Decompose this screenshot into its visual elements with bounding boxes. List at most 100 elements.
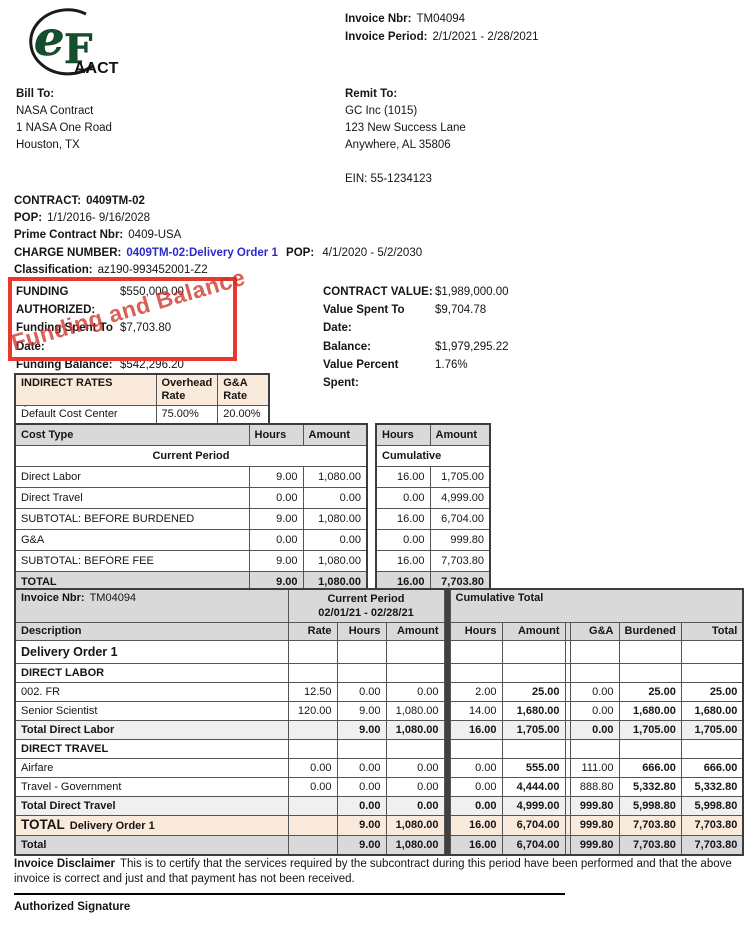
total-cell: 666.00 <box>681 759 743 778</box>
remit-to-label: Remit To: <box>345 86 466 103</box>
hours-cell: 9.00 <box>337 721 386 740</box>
col-hours-current: Hours <box>337 623 386 641</box>
bill-to-label: Bill To: <box>16 86 112 103</box>
hours-cell: 0.00 <box>337 759 386 778</box>
hours-cell: 0.00 <box>376 530 430 551</box>
total-cell: 7,703.80 <box>681 836 743 856</box>
bill-to-line: Houston, TX <box>16 137 112 154</box>
invoice-number-label: Invoice Nbr: <box>345 13 411 25</box>
col-amount-current: Amount <box>386 623 444 641</box>
remit-to-line: 123 New Success Lane <box>345 120 466 137</box>
amount-cell: 0.00 <box>386 778 444 797</box>
total-cell: 25.00 <box>681 683 743 702</box>
summary-row: G&A 0.00 0.00 <box>15 530 367 551</box>
cost-type-cell: G&A <box>15 530 249 551</box>
hours-cell: 9.00 <box>249 551 303 572</box>
section-title: DIRECT LABOR <box>15 664 288 683</box>
total-direct-labor-row: Total Direct Labor 9.00 1,080.00 16.00 1… <box>15 721 743 740</box>
invoice-period-value: 2/1/2021 - 2/28/2021 <box>432 31 538 43</box>
amount-cell: 4,999.00 <box>430 488 490 509</box>
ein-line: EIN: 55-1234123 <box>345 171 466 188</box>
description-cell: Senior Scientist <box>15 702 288 721</box>
rate-cell: 12.50 <box>288 683 337 702</box>
col-burdened: Burdened <box>619 623 681 641</box>
cum-hours-cell: 16.00 <box>450 816 502 836</box>
contract-block: CONTRACT:0409TM-02 POP:1/1/2016- 9/16/20… <box>14 193 422 279</box>
cost-type-cell: SUBTOTAL: BEFORE BURDENED <box>15 509 249 530</box>
current-period-summary-table: Current Period Cost Type Hours Amount Di… <box>14 423 368 594</box>
cumulative-title: Cumulative <box>376 446 490 467</box>
funding-balance-label: Funding Balance: <box>16 356 120 374</box>
efaact-logo-graphic: e F AACT <box>12 5 130 79</box>
hours-cell: 16.00 <box>376 551 430 572</box>
col-ga: G&A <box>570 623 619 641</box>
amount-header: Amount <box>303 424 367 446</box>
value-spent-label: Value Spent To Date: <box>323 301 435 337</box>
burdened-cell: 5,998.80 <box>619 797 681 816</box>
bill-to-line: NASA Contract <box>16 103 112 120</box>
summary-row: 16.00 6,704.00 <box>376 509 490 530</box>
amount-cell: 1,080.00 <box>386 816 444 836</box>
rate-cell: 120.00 <box>288 702 337 721</box>
remit-to-block: Remit To: GC Inc (1015) 123 New Success … <box>345 86 466 188</box>
burdened-cell: 5,332.80 <box>619 778 681 797</box>
hours-header: Hours <box>249 424 303 446</box>
description-cell: Airfare <box>15 759 288 778</box>
logo-wordmark: AACT <box>74 60 119 77</box>
hours-cell: 9.00 <box>249 509 303 530</box>
prime-contract-line: Prime Contract Nbr:0409-USA <box>14 227 422 244</box>
cost-type-cell: SUBTOTAL: BEFORE FEE <box>15 551 249 572</box>
hours-cell: 9.00 <box>337 816 386 836</box>
value-row: Balance: $1,979,295.22 <box>323 338 509 356</box>
hours-cell: 0.00 <box>337 683 386 702</box>
amount-cell: 1,080.00 <box>303 467 367 488</box>
balance-label: Balance: <box>323 338 435 356</box>
col-rate: Rate <box>288 623 337 641</box>
amount-cell: 0.00 <box>303 530 367 551</box>
value-percent-value: 1.76% <box>435 356 468 392</box>
col-total: Total <box>681 623 743 641</box>
amount-cell: 0.00 <box>386 759 444 778</box>
charge-number-label: CHARGE NUMBER: <box>14 247 121 259</box>
amount-cell: 0.00 <box>303 488 367 509</box>
current-period-header: Current Period 02/01/21 - 02/28/21 <box>288 589 444 623</box>
hours-cell: 9.00 <box>337 702 386 721</box>
cumulative-header-row: Hours Amount <box>376 424 490 446</box>
summary-row: SUBTOTAL: BEFORE BURDENED 9.00 1,080.00 <box>15 509 367 530</box>
total-cell: 5,332.80 <box>681 778 743 797</box>
description-cell: Total <box>15 836 288 856</box>
current-period-line2: 02/01/21 - 02/28/21 <box>294 606 439 620</box>
invoice-nbr-label: Invoice Nbr: <box>21 592 85 604</box>
cum-hours-cell: 0.00 <box>450 778 502 797</box>
summary-row: 16.00 7,703.80 <box>376 551 490 572</box>
charge-pop-label: POP: <box>286 247 314 259</box>
cum-hours-cell: 2.00 <box>450 683 502 702</box>
current-period-header-row: Cost Type Hours Amount <box>15 424 367 446</box>
ga-rate-value: 20.00% <box>218 406 269 425</box>
balance-value: $1,979,295.22 <box>435 338 509 356</box>
cum-amount-cell: 1,705.00 <box>502 721 565 740</box>
value-row: CONTRACT VALUE: $1,989,000.00 <box>323 283 509 301</box>
total-cell: 7,703.80 <box>681 816 743 836</box>
pop-value: 1/1/2016- 9/16/2028 <box>47 212 150 224</box>
amount-cell: 0.00 <box>386 797 444 816</box>
prime-contract-label: Prime Contract Nbr: <box>14 229 123 241</box>
authorized-signature-label: Authorized Signature <box>14 901 130 913</box>
hours-cell: 0.00 <box>249 530 303 551</box>
amount-cell: 1,080.00 <box>303 509 367 530</box>
amount-cell: 1,705.00 <box>430 467 490 488</box>
overhead-rate-value: 75.00% <box>156 406 218 425</box>
cum-amount-cell: 4,444.00 <box>502 778 565 797</box>
hours-header: Hours <box>376 424 430 446</box>
total-word: TOTAL <box>21 817 65 832</box>
labor-row: Senior Scientist 120.00 9.00 1,080.00 14… <box>15 702 743 721</box>
summary-row: SUBTOTAL: BEFORE FEE 9.00 1,080.00 <box>15 551 367 572</box>
charge-number-link[interactable]: 0409TM-02:Delivery Order 1 <box>126 247 278 259</box>
invoice-period-label: Invoice Period: <box>345 31 427 43</box>
classification-label: Classification: <box>14 264 93 276</box>
hours-cell: 0.00 <box>249 488 303 509</box>
disclaimer-text: This is to certify that the services req… <box>14 858 732 886</box>
rate-cell: 0.00 <box>288 778 337 797</box>
burdened-cell: 666.00 <box>619 759 681 778</box>
hours-cell: 0.00 <box>376 488 430 509</box>
